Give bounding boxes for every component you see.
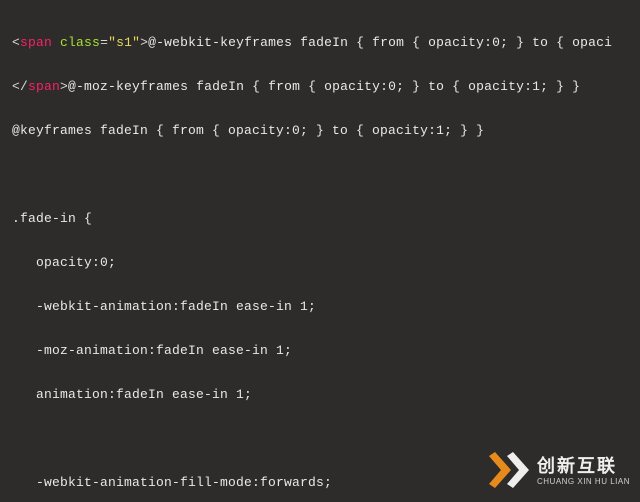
code-line: -webkit-animation-fill-mode:forwards; — [12, 472, 628, 494]
code-line: animation:fadeIn ease-in 1; — [12, 384, 628, 406]
blank-line — [12, 164, 628, 186]
code-block: <span class="s1">@-webkit-keyframes fade… — [0, 0, 640, 502]
tag-name: span — [28, 79, 60, 94]
tag-close-bracket: > — [140, 35, 148, 50]
space — [52, 35, 60, 50]
code-line: opacity:0; — [12, 252, 628, 274]
code-line: @keyframes fadeIn { from { opacity:0; } … — [12, 120, 628, 142]
code-line: -webkit-animation:fadeIn ease-in 1; — [12, 296, 628, 318]
attr-value: "s1" — [108, 35, 140, 50]
tag-open-bracket: </ — [12, 79, 28, 94]
code-line: <span class="s1">@-webkit-keyframes fade… — [12, 32, 628, 54]
attr-name: class — [60, 35, 100, 50]
code-line: .fade-in { — [12, 208, 628, 230]
attr-eq: = — [100, 35, 108, 50]
code-line: </span>@-moz-keyframes fadeIn { from { o… — [12, 76, 628, 98]
tag-name: span — [20, 35, 52, 50]
blank-line — [12, 428, 628, 450]
tag-open-bracket: < — [12, 35, 20, 50]
code-text: @-moz-keyframes fadeIn { from { opacity:… — [68, 79, 580, 94]
code-text: @-webkit-keyframes fadeIn { from { opaci… — [148, 35, 612, 50]
code-line: -moz-animation:fadeIn ease-in 1; — [12, 340, 628, 362]
tag-close-bracket: > — [60, 79, 68, 94]
